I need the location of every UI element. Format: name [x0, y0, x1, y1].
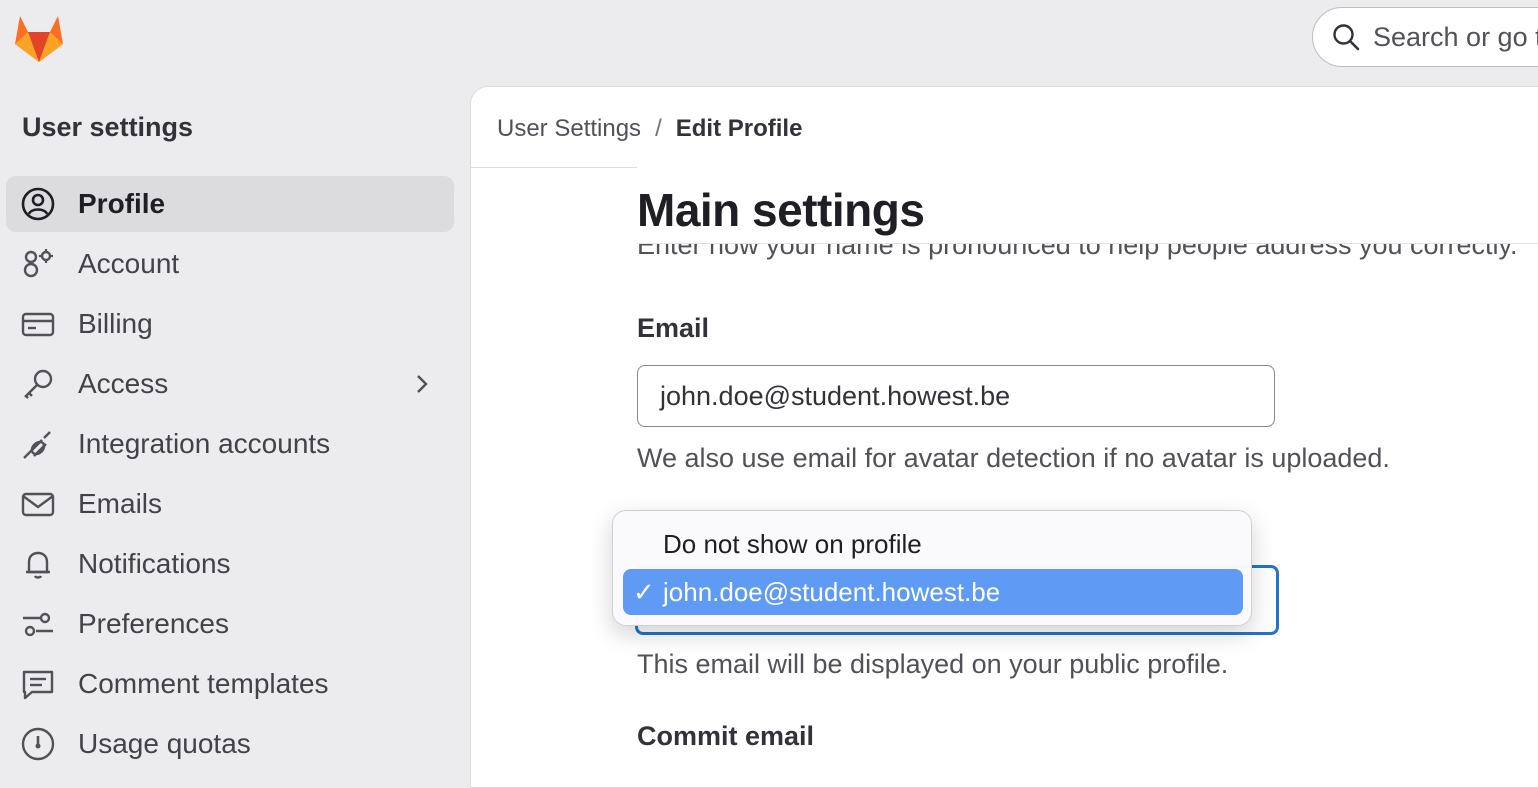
- sidebar-item-label: Access: [78, 368, 169, 399]
- sidebar-nav: Profile Account Billing Access Integrati…: [6, 176, 454, 776]
- sidebar-item-label: Profile: [78, 188, 166, 219]
- account-icon: [20, 246, 56, 282]
- billing-icon: [20, 306, 56, 342]
- profile-form: Main settings Enter how your name is pro…: [635, 87, 1538, 787]
- key-icon: [20, 366, 56, 402]
- dropdown-option-hide[interactable]: Do not show on profile: [623, 521, 1243, 567]
- sidebar-item-label: Usage quotas: [78, 728, 251, 759]
- dropdown-option-label: john.doe@student.howest.be: [663, 576, 1001, 607]
- main-panel: User Settings / Edit Profile Main settings…: [470, 86, 1538, 788]
- sidebar-item-label: Account: [78, 248, 180, 279]
- plug-icon: [20, 426, 56, 462]
- checkmark-icon: ✓: [633, 576, 655, 607]
- search-input[interactable]: Search or go to…: [1312, 7, 1538, 67]
- bell-icon: [20, 546, 56, 582]
- comment-icon: [20, 666, 56, 702]
- search-placeholder: Search or go to…: [1373, 21, 1538, 52]
- public-email-help-text: This email will be displayed on your pub…: [637, 649, 1229, 679]
- dropdown-option-selected[interactable]: ✓ john.doe@student.howest.be: [623, 569, 1243, 615]
- sidebar-item-account[interactable]: Account: [6, 236, 454, 292]
- page-title: Main settings: [637, 184, 925, 236]
- sidebar-item-billing[interactable]: Billing: [6, 296, 454, 352]
- sidebar-item-label: Comment templates: [78, 668, 329, 699]
- sidebar-item-comment-templates[interactable]: Comment templates: [6, 656, 454, 712]
- sidebar-item-notifications[interactable]: Notifications: [6, 536, 454, 592]
- sidebar-title: User settings: [22, 112, 194, 142]
- gitlab-logo-icon[interactable]: [12, 12, 66, 64]
- mail-icon: [20, 486, 56, 522]
- search-icon: [1333, 24, 1360, 51]
- commit-email-label: Commit email: [637, 721, 815, 751]
- pronunciation-help-text: Enter how your name is pronounced to hel…: [637, 243, 1538, 266]
- sidebar-item-label: Notifications: [78, 548, 231, 579]
- sidebar-item-profile[interactable]: Profile: [6, 176, 454, 232]
- breadcrumb-root-link[interactable]: User Settings: [497, 115, 641, 142]
- chevron-right-icon[interactable]: [410, 372, 434, 396]
- sidebar-item-access[interactable]: Access: [6, 356, 454, 412]
- sidebar-item-label: Integration accounts: [78, 428, 331, 459]
- preferences-icon: [20, 606, 56, 642]
- email-label: Email: [637, 313, 710, 343]
- gauge-icon: [20, 726, 56, 762]
- public-email-dropdown: Do not show on profile ✓ john.doe@student…: [612, 510, 1252, 626]
- sidebar-item-usage-quotas[interactable]: Usage quotas: [6, 716, 454, 772]
- email-field[interactable]: john.doe@student.howest.be: [637, 365, 1275, 427]
- sidebar-item-preferences[interactable]: Preferences: [6, 596, 454, 652]
- breadcrumb-divider: [471, 167, 637, 168]
- sidebar-item-integration-accounts[interactable]: Integration accounts: [6, 416, 454, 472]
- email-help-text: We also use email for avatar detection i…: [637, 443, 1390, 473]
- sidebar-item-label: Preferences: [78, 608, 229, 639]
- sidebar-item-emails[interactable]: Emails: [6, 476, 454, 532]
- sidebar-item-label: Billing: [78, 308, 153, 339]
- sidebar-item-label: Emails: [78, 488, 163, 519]
- profile-icon: [20, 186, 56, 222]
